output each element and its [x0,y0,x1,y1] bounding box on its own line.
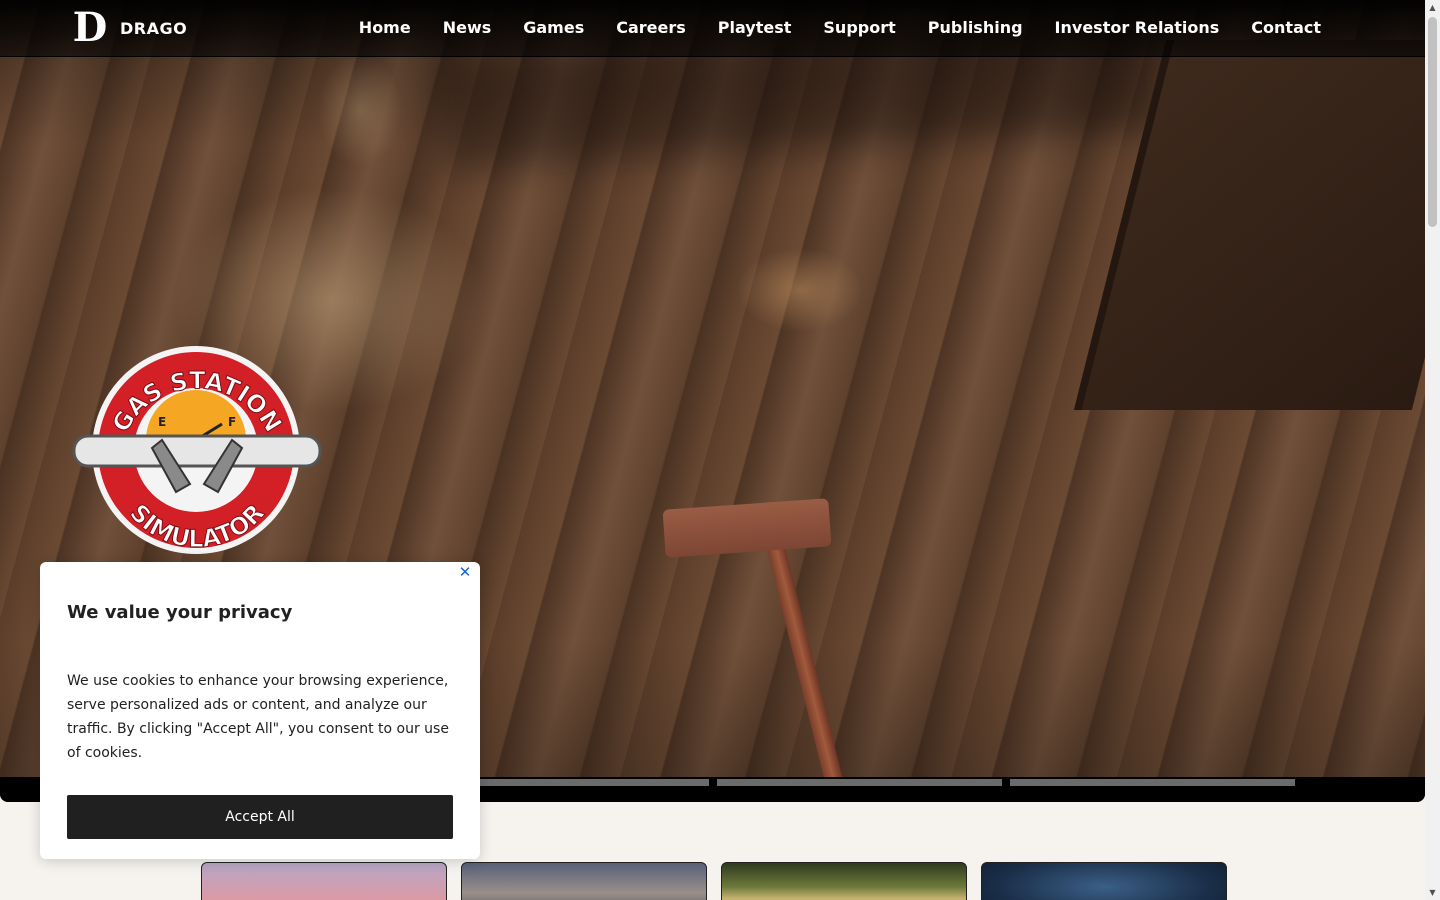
scroll-up-arrow-icon[interactable]: ▲ [1425,0,1440,15]
top-navigation: D DRAGO Home News Games Careers Playtest… [0,0,1425,57]
gauge-f-label: F [228,415,236,429]
game-thumbnail-2[interactable] [461,862,707,900]
game-logo-badge[interactable]: E F GAS STATION SIMULATOR [72,344,322,556]
nav-home[interactable]: Home [343,0,427,56]
nav-contact[interactable]: Contact [1235,0,1337,56]
nav-publishing[interactable]: Publishing [912,0,1039,56]
main-menu: Home News Games Careers Playtest Support… [343,0,1337,56]
nav-careers[interactable]: Careers [600,0,702,56]
slider-segment-3[interactable] [717,779,1002,786]
cookie-title: We value your privacy [67,602,293,623]
cookie-description: We use cookies to enhance your browsing … [67,673,449,761]
nav-games[interactable]: Games [507,0,600,56]
mop-handle [760,517,848,802]
slider-segment-4[interactable] [1010,779,1295,786]
game-thumbnail-1[interactable] [201,862,447,900]
page-scrollbar[interactable]: ▲ ▼ [1425,0,1440,900]
cookie-consent-dialog: ✕ We value your privacy We use cookies t… [40,562,480,859]
scroll-down-arrow-icon[interactable]: ▼ [1425,885,1440,900]
close-icon[interactable]: ✕ [457,564,473,580]
nav-news[interactable]: News [427,0,508,56]
brand-name: DRAGO [120,18,188,38]
gauge-e-label: E [158,415,166,429]
game-thumbnail-4[interactable] [981,862,1227,900]
scroll-thumb[interactable] [1428,17,1437,227]
accept-all-button[interactable]: Accept All [67,795,453,839]
home-logo-link[interactable]: D DRAGO [70,8,187,48]
mop-head [662,498,832,558]
drago-logo-icon: D [72,4,108,51]
game-thumbnail-3[interactable] [721,862,967,900]
nav-investor-relations[interactable]: Investor Relations [1039,0,1236,56]
nav-playtest[interactable]: Playtest [702,0,808,56]
page-viewport: E F GAS STATION SIMULATOR D DRAGO Home N… [0,0,1425,900]
game-thumbnails [201,862,1227,900]
nav-support[interactable]: Support [807,0,911,56]
